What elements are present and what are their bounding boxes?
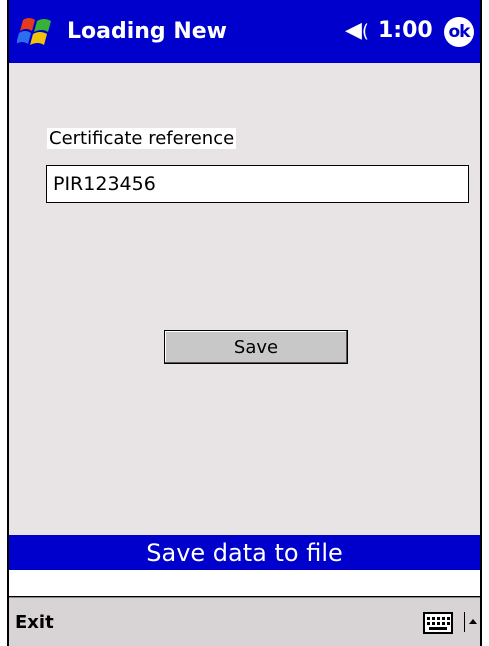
ok-button[interactable]: ok xyxy=(444,17,474,47)
menu-bar: Exit xyxy=(9,597,480,646)
start-button[interactable] xyxy=(9,0,63,63)
pocketpc-screen: Loading New ◀︎( 1:00 ok Certificate refe… xyxy=(7,0,482,646)
speaker-icon[interactable]: ◀︎( xyxy=(345,18,369,43)
clock-time[interactable]: 1:00 xyxy=(378,18,433,43)
windows-flag-icon xyxy=(17,17,51,45)
keyboard-icon[interactable] xyxy=(417,610,459,636)
message-area xyxy=(9,570,480,597)
window-title: Loading New xyxy=(67,19,227,44)
status-bar: Save data to file xyxy=(9,535,480,570)
title-bar: Loading New ◀︎( 1:00 ok xyxy=(9,0,480,63)
up-arrow-icon[interactable] xyxy=(464,612,481,632)
exit-menu-item[interactable]: Exit xyxy=(15,612,54,633)
certificate-reference-input[interactable] xyxy=(46,165,469,203)
save-button[interactable]: Save xyxy=(164,330,348,364)
certificate-reference-label: Certificate reference xyxy=(47,128,237,149)
